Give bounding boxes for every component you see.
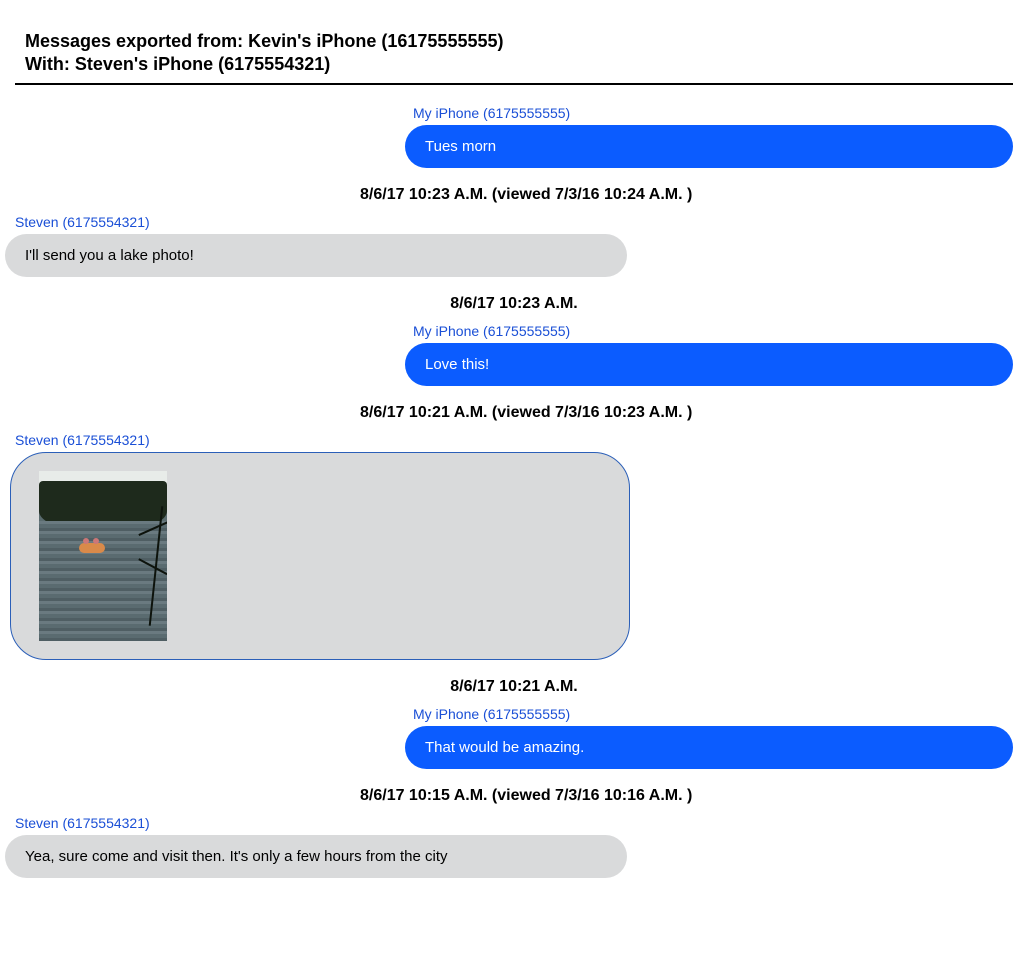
sender-label-incoming: Steven (6175554321)	[15, 214, 1013, 230]
message-text: I'll send you a lake photo!	[25, 247, 194, 264]
message-timestamp: 8/6/17 10:23 A.M.	[15, 295, 1013, 313]
export-header: Messages exported from: Kevin's iPhone (…	[15, 30, 1013, 85]
attachment-image[interactable]	[39, 471, 167, 641]
message-timestamp: 8/6/17 10:21 A.M.	[15, 678, 1013, 696]
message-bubble-image	[10, 452, 630, 660]
header-line-2: With: Steven's iPhone (6175554321)	[25, 53, 1013, 76]
message-bubble-incoming: I'll send you a lake photo!	[5, 234, 627, 277]
sender-label-incoming: Steven (6175554321)	[15, 815, 1013, 831]
message-text: Love this!	[425, 356, 489, 373]
message-text: That would be amazing.	[425, 739, 584, 756]
message-timestamp: 8/6/17 10:21 A.M. (viewed 7/3/16 10:23 A…	[15, 404, 1013, 422]
message-bubble-outgoing: Tues morn	[405, 125, 1013, 168]
message-bubble-outgoing: That would be amazing.	[405, 726, 1013, 769]
message-timestamp: 8/6/17 10:23 A.M. (viewed 7/3/16 10:24 A…	[15, 186, 1013, 204]
message-bubble-outgoing: Love this!	[405, 343, 1013, 386]
message-text: Yea, sure come and visit then. It's only…	[25, 848, 448, 865]
sender-label-outgoing: My iPhone (6175555555)	[15, 706, 1013, 722]
sender-label-outgoing: My iPhone (6175555555)	[15, 323, 1013, 339]
message-bubble-incoming: Yea, sure come and visit then. It's only…	[5, 835, 627, 878]
message-text: Tues morn	[425, 138, 496, 155]
message-timestamp: 8/6/17 10:15 A.M. (viewed 7/3/16 10:16 A…	[15, 787, 1013, 805]
sender-label-incoming: Steven (6175554321)	[15, 432, 1013, 448]
sender-label-outgoing: My iPhone (6175555555)	[15, 105, 1013, 121]
header-line-1: Messages exported from: Kevin's iPhone (…	[25, 30, 1013, 53]
